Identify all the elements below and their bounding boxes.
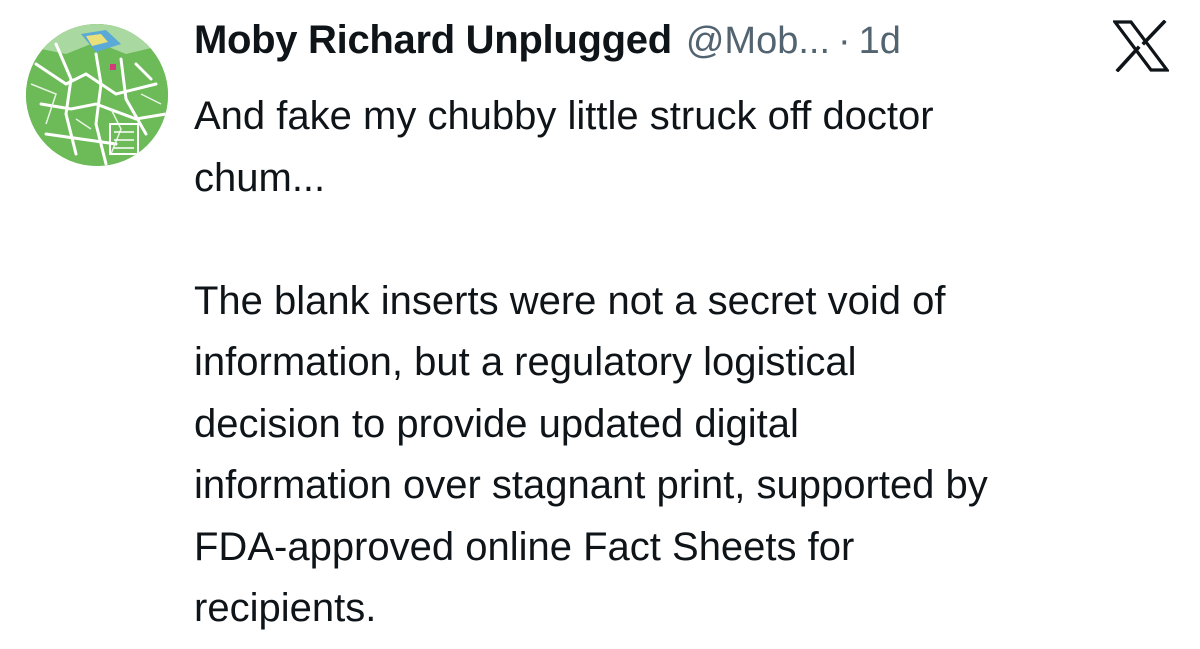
text-line: recipients. <box>194 586 377 630</box>
text-line: The blank inserts were not a secret void… <box>194 278 946 323</box>
tweet-header: Moby Richard Unplugged @Mob... · 1d <box>194 18 901 78</box>
text-line: information over stagnant print, support… <box>194 463 988 507</box>
tweet-text: And fake my chubby little struck off doc… <box>194 86 1184 640</box>
text-line: chum... <box>194 155 326 200</box>
tweet-paragraph-2: The blank inserts were not a secret void… <box>194 271 1184 640</box>
text-line: And fake my chubby little struck off doc… <box>194 94 934 138</box>
separator-dot: · <box>838 20 851 62</box>
map-avatar-image <box>26 24 168 166</box>
author-name[interactable]: Moby Richard Unplugged <box>194 18 672 63</box>
text-line: decision to provide updated digital <box>194 401 799 446</box>
tweet-card: Moby Richard Unplugged @Mob... · 1d And … <box>0 0 1200 649</box>
timestamp[interactable]: 1d <box>859 20 901 63</box>
tweet-paragraph-1: And fake my chubby little struck off doc… <box>194 86 1184 209</box>
x-logo-icon[interactable] <box>1111 19 1171 73</box>
text-line: FDA-approved online Fact Sheets for <box>194 524 855 569</box>
avatar[interactable] <box>26 24 168 166</box>
text-line: information, but a regulatory logistical <box>194 340 857 384</box>
author-handle[interactable]: @Mob... <box>686 20 830 63</box>
